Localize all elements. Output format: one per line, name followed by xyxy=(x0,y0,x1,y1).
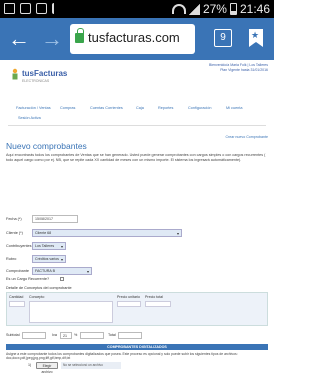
bookmark-star-icon[interactable] xyxy=(249,29,263,47)
rubro-value: Créditos varios xyxy=(35,257,59,261)
comprobante-select[interactable]: FACTURA B ▾ xyxy=(32,267,92,275)
cliente-value: Cliente 68 xyxy=(35,231,52,235)
detail-table: Cantidad Concepto Precio unitario Precio… xyxy=(6,292,268,326)
concepto-input[interactable] xyxy=(29,301,113,323)
facebook-icon xyxy=(36,3,47,14)
usb-icon xyxy=(52,3,58,14)
detail-title: Detalle de Conceptos del comprobante xyxy=(6,286,72,290)
tab-count-button[interactable]: 9 xyxy=(214,29,232,47)
battery-percent: 27% xyxy=(202,2,227,16)
chevron-down-icon: ▾ xyxy=(60,257,63,262)
total-label: Total xyxy=(108,333,116,337)
signal-icon xyxy=(188,3,200,15)
status-bar: 27% 21:46 xyxy=(0,0,274,18)
system-icons: 27% 21:46 xyxy=(171,2,270,16)
menu-item-sesion[interactable]: Sesión Activa xyxy=(18,116,41,120)
iva-amount-input[interactable] xyxy=(80,332,104,339)
col-cantidad: Cantidad xyxy=(9,295,24,299)
url-text: tusfacturas.com xyxy=(88,30,180,45)
browser-toolbar: ← → tusfacturas.com 9 xyxy=(0,18,274,60)
col-precio-unitario: Precio unitario xyxy=(117,295,140,299)
chevron-down-icon: ▾ xyxy=(86,269,89,274)
menu-item-facturacion[interactable]: Facturación / Ventas xyxy=(16,106,51,110)
address-bar[interactable]: tusfacturas.com xyxy=(70,24,195,54)
iva-input[interactable]: 21 xyxy=(60,332,72,339)
forward-arrow-icon[interactable]: → xyxy=(40,28,64,50)
recurrente-checkbox[interactable] xyxy=(60,277,64,281)
logo-text: tusFacturas xyxy=(22,69,68,78)
fecha-label: Fecha (*) xyxy=(6,217,22,221)
back-arrow-icon[interactable]: ← xyxy=(7,28,31,50)
page-title: Nuevo comprobantes xyxy=(6,141,87,151)
menu-item-mi-cuenta[interactable]: Mi cuenta xyxy=(226,106,242,110)
menu-item-caja[interactable]: Caja xyxy=(136,106,144,110)
menu-item-configuracion[interactable]: Configuración xyxy=(188,106,211,110)
intro-text: Aquí encontrarás todos los comprobantes … xyxy=(6,153,266,162)
iva-label: Iva xyxy=(52,333,57,337)
menu-item-cuentas-corrientes[interactable]: Cuentas Corrientes xyxy=(90,106,123,110)
file-status: No se seleccionó un archivo xyxy=(61,362,121,369)
comprobante-value: FACTURA B xyxy=(35,269,55,273)
recurrente-label: Es un Cargo Recurrente? xyxy=(6,277,50,281)
cliente-label: Cliente (*) xyxy=(6,231,23,235)
logo-figure-icon xyxy=(12,68,18,80)
contribuyente-label: Contribuyentes xyxy=(6,244,32,248)
lock-icon xyxy=(75,28,84,43)
choose-file-button[interactable]: Elegir archivo xyxy=(36,362,58,373)
comprobantes-digitalizados-bar: COMPROBANTES DIGITALIZADOS xyxy=(6,344,268,350)
notification-icons xyxy=(4,3,58,14)
rubro-label: Rubro xyxy=(6,257,17,261)
subtotal-label: Subtotal xyxy=(6,333,20,337)
cliente-select[interactable]: Cliente 68 ▾ xyxy=(32,229,182,237)
comprobante-label: Comprobante xyxy=(6,269,30,273)
total-input[interactable] xyxy=(118,332,142,339)
iva-percent: % xyxy=(74,333,78,337)
rubro-select[interactable]: Créditos varios ▾ xyxy=(32,255,66,263)
precio-total-input[interactable] xyxy=(145,301,171,307)
site-logo[interactable]: tusFacturas ELECTRONICAS xyxy=(8,66,67,92)
user-info: Bienvenido/a Maria Folk | Los Talleres P… xyxy=(209,63,268,73)
battery-icon xyxy=(229,3,237,15)
plan-expiry: Plan Vigente hasta 31/01/2016 xyxy=(220,68,268,72)
attachments-help: Asigne a este comprobante todos los comp… xyxy=(6,352,238,361)
mail-icon xyxy=(4,3,15,14)
chevron-down-icon: ▾ xyxy=(60,244,63,249)
chevron-down-icon: ▾ xyxy=(176,231,179,236)
menu-item-reportes[interactable]: Reportes xyxy=(158,106,173,110)
col-precio-total: Precio total xyxy=(145,295,163,299)
col-concepto: Concepto xyxy=(29,295,45,299)
web-page: tusFacturas ELECTRONICAS Bienvenido/a Ma… xyxy=(0,60,274,373)
wifi-icon xyxy=(171,4,186,14)
clock: 21:46 xyxy=(239,2,270,16)
precio-unitario-input[interactable] xyxy=(117,301,141,307)
contribuyente-select[interactable]: Los Talleres ▾ xyxy=(32,242,66,250)
crear-comprobante-link[interactable]: Crear nuevo Comprobante xyxy=(225,135,268,139)
totals-row: Subtotal Iva 21 % Total xyxy=(6,332,268,340)
subtotal-input[interactable] xyxy=(22,332,46,339)
menu-item-compras[interactable]: Compras xyxy=(60,106,75,110)
cantidad-input[interactable] xyxy=(9,301,25,307)
fecha-input[interactable]: 15/08/2017 xyxy=(32,215,78,223)
logo-tagline: ELECTRONICAS xyxy=(22,79,50,83)
contribuyente-value: Los Talleres xyxy=(35,244,55,248)
main-menu: Facturación / Ventas Compras Cuentas Cor… xyxy=(8,104,266,126)
attachment-number: 1) xyxy=(28,363,32,367)
chat-icon xyxy=(20,3,31,14)
